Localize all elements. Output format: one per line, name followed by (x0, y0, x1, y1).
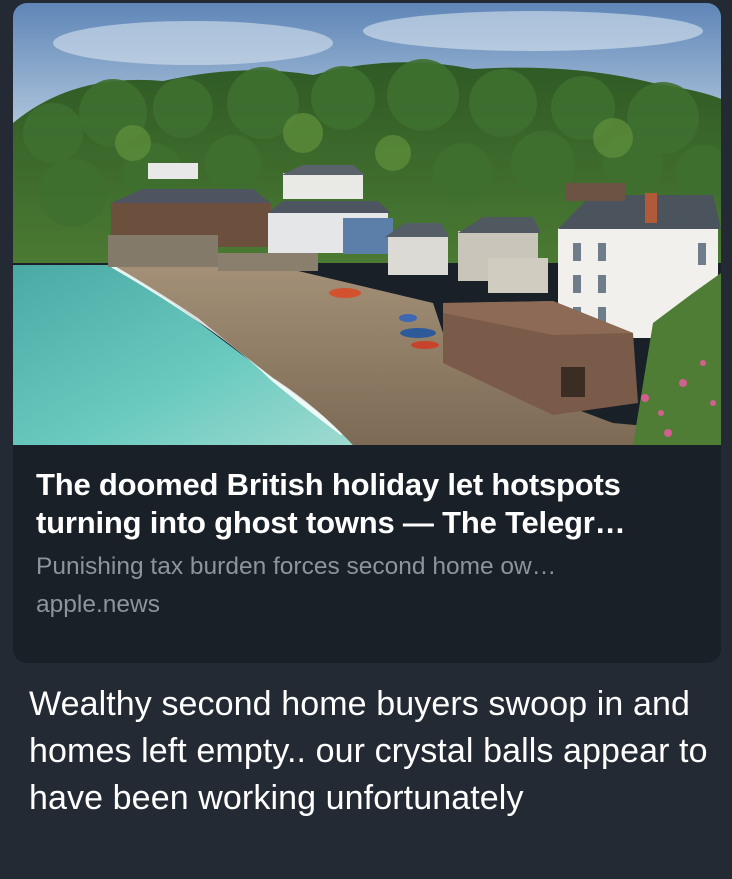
article-thumbnail-image[interactable] (13, 3, 721, 445)
link-preview-card[interactable]: The doomed British holiday let hotspots … (13, 3, 721, 663)
link-preview-text: The doomed British holiday let hotspots … (36, 466, 706, 620)
article-domain: apple.news (36, 591, 160, 618)
message-body: Wealthy second home buyers swoop in and … (29, 685, 708, 817)
article-title[interactable]: The doomed British holiday let hotspots … (36, 466, 706, 542)
chat-screen: The doomed British holiday let hotspots … (0, 0, 732, 879)
article-description: Punishing tax burden forces second home … (36, 553, 557, 580)
